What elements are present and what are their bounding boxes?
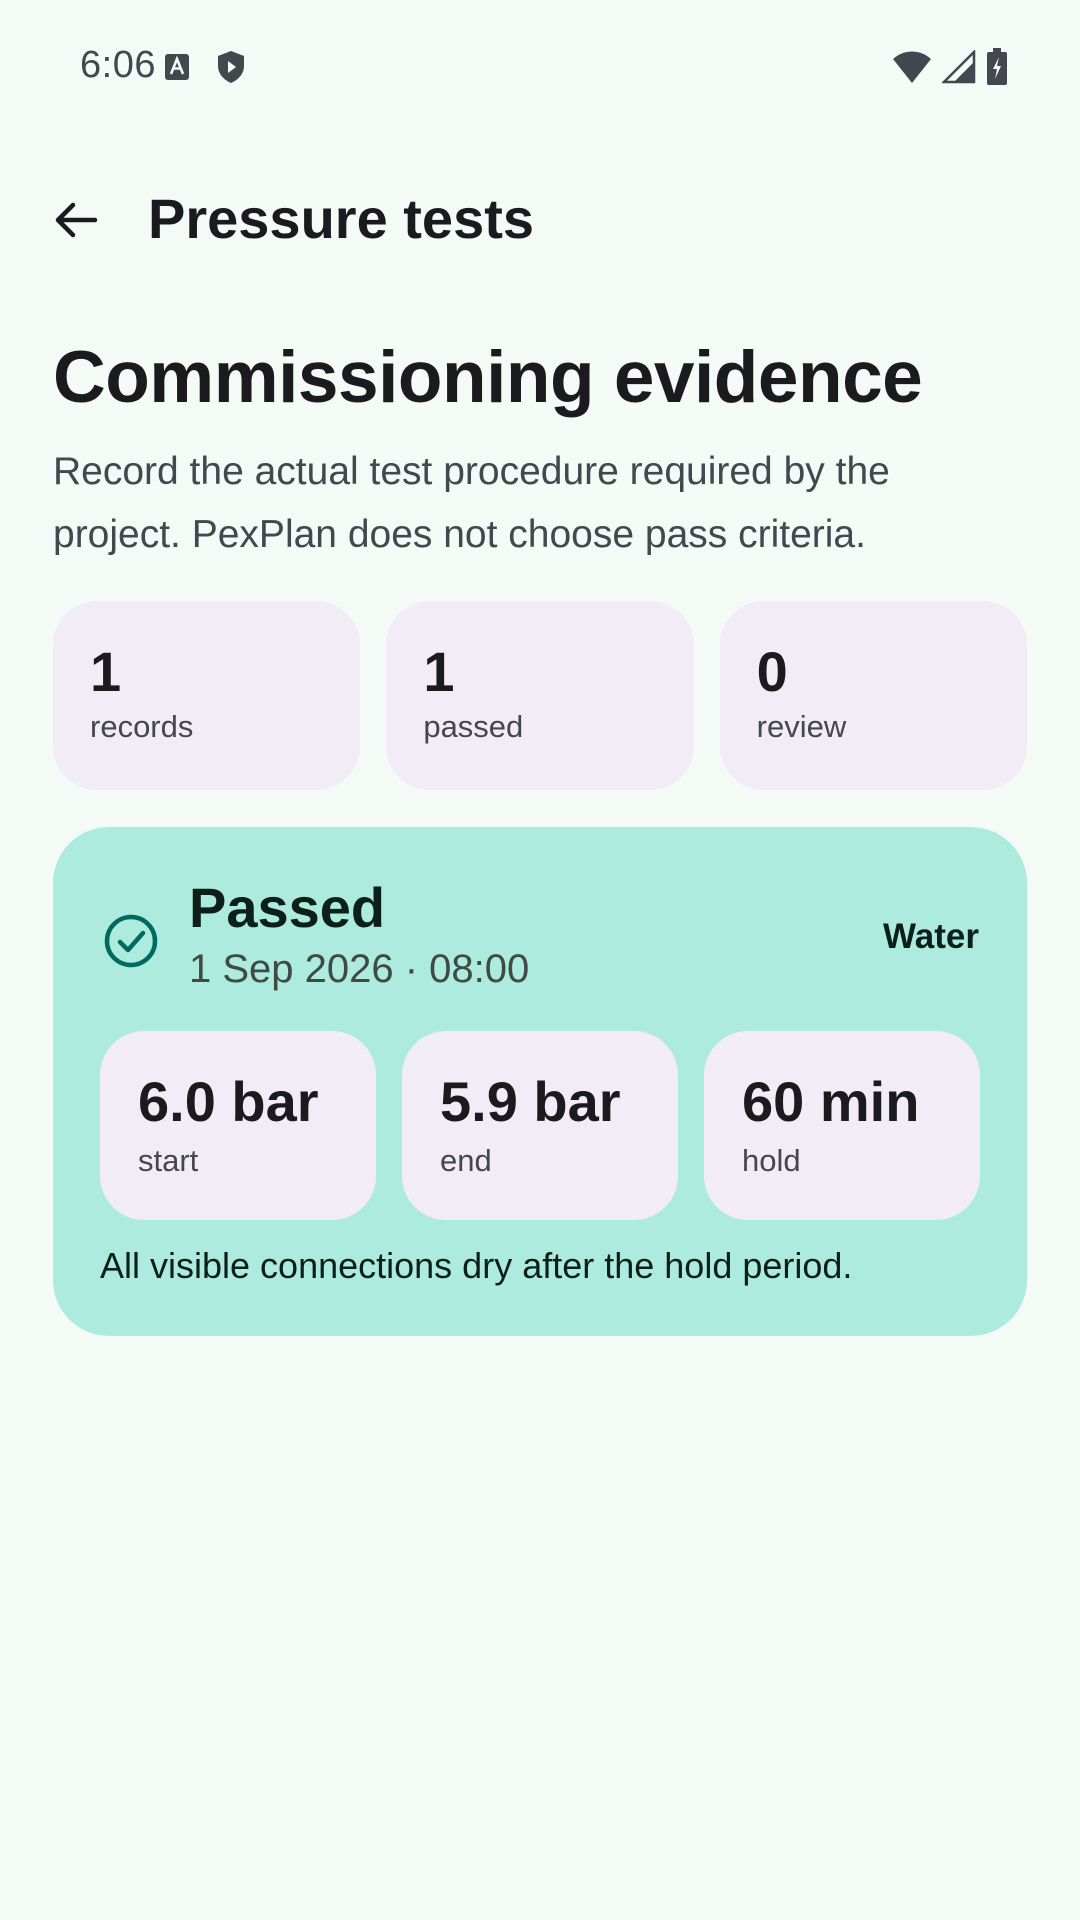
- top-app-bar: Pressure tests: [0, 170, 1080, 270]
- status-time: 6:06: [80, 44, 156, 86]
- check-circle-icon: [104, 914, 158, 968]
- metric-value: 5.9 bar: [440, 1070, 621, 1133]
- font-a-icon: [164, 53, 190, 81]
- section-description: Record the actual test procedure require…: [53, 450, 890, 556]
- arrow-back-icon: [55, 202, 98, 238]
- test-record-card[interactable]: Passed 1 Sep 2026 · 08:00 Water 6.0 bar …: [53, 827, 1027, 1336]
- record-status: Passed: [189, 876, 386, 939]
- shield-play-icon: [216, 50, 246, 84]
- stat-value: 1: [423, 640, 455, 703]
- stats-row: 1 records 1 passed 0 review: [53, 601, 1027, 790]
- record-date: 1 Sep 2026 · 08:00: [189, 947, 530, 991]
- status-left-icons: [164, 50, 246, 84]
- page-title: Pressure tests: [148, 187, 535, 250]
- metric-value: 60 min: [742, 1070, 920, 1133]
- metric-label: end: [440, 1143, 492, 1178]
- cell-signal-icon: [942, 50, 976, 84]
- wifi-icon: [892, 50, 932, 84]
- metric-value: 6.0 bar: [138, 1070, 319, 1133]
- stat-label: passed: [423, 709, 524, 744]
- metric-label: hold: [742, 1143, 801, 1178]
- battery-charging-icon: [986, 48, 1008, 86]
- metric-card-end: 5.9 bar end: [402, 1031, 678, 1220]
- stat-value: 0: [756, 640, 788, 703]
- status-bar: 6:06: [0, 0, 1080, 134]
- record-note: All visible connections dry after the ho…: [100, 1245, 853, 1286]
- metric-card-hold: 60 min hold: [704, 1031, 980, 1220]
- stat-label: records: [90, 709, 194, 744]
- stat-card-review: 0 review: [719, 601, 1027, 790]
- test-medium-badge: Water: [883, 917, 979, 956]
- section-headline: Commissioning evidence: [53, 337, 923, 418]
- stat-label: review: [756, 709, 847, 744]
- metric-card-start: 6.0 bar start: [100, 1031, 376, 1220]
- metrics-row: 6.0 bar start 5.9 bar end 60 min hold: [100, 1031, 980, 1220]
- metric-label: start: [138, 1143, 199, 1178]
- stat-card-records: 1 records: [53, 601, 361, 790]
- back-button[interactable]: [30, 170, 120, 270]
- stat-card-passed: 1 passed: [386, 601, 694, 790]
- stat-value: 1: [90, 640, 122, 703]
- status-right-icons: [892, 48, 1008, 86]
